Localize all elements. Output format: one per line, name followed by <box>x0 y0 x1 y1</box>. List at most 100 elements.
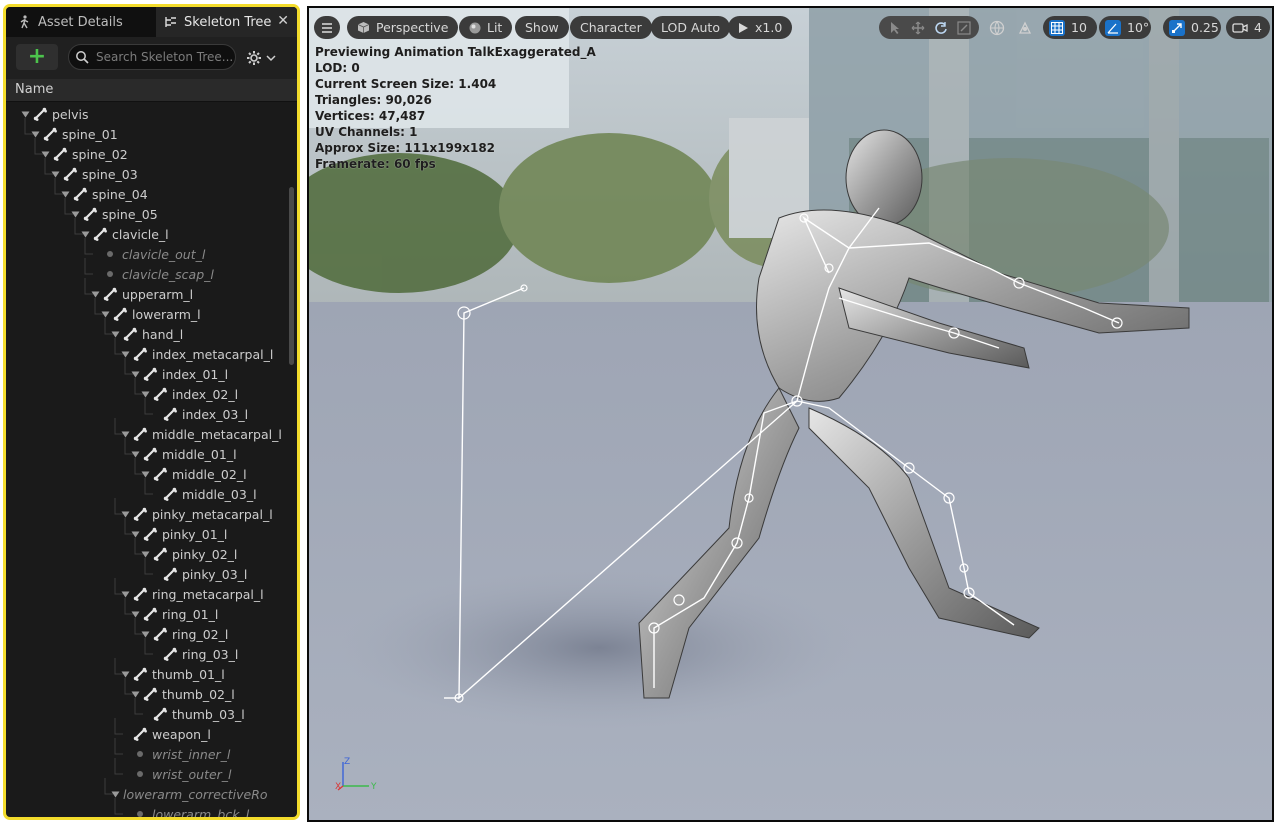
tree-row[interactable]: wrist_inner_l <box>120 744 230 764</box>
expand-caret-icon[interactable] <box>130 369 140 379</box>
tree-row[interactable]: spine_04 <box>60 184 148 204</box>
viewport-menu-button[interactable] <box>314 16 340 39</box>
expand-caret-icon[interactable] <box>140 469 150 479</box>
tree-row[interactable]: pinky_metacarpal_l <box>120 504 273 524</box>
tree-row[interactable]: middle_03_l <box>150 484 257 504</box>
character-label: Character <box>580 20 642 35</box>
rotate-icon[interactable] <box>931 21 950 35</box>
tree-row-label: pinky_metacarpal_l <box>152 506 273 522</box>
preview-viewport[interactable]: Perspective Lit Show Character LOD Auto … <box>307 6 1274 822</box>
show-button[interactable]: Show <box>515 16 569 39</box>
expand-caret-icon[interactable] <box>120 589 130 599</box>
select-arrow-icon[interactable] <box>885 21 904 35</box>
add-socket-button[interactable]: + <box>16 44 58 70</box>
tree-column-header[interactable]: Name <box>6 79 297 102</box>
tree-row[interactable]: upperarm_l <box>90 284 193 304</box>
expand-caret-icon[interactable] <box>110 329 120 339</box>
tree-row-label: index_03_l <box>182 406 249 422</box>
tree-row[interactable]: ring_02_l <box>140 624 228 644</box>
tree-row[interactable]: middle_metacarpal_l <box>120 424 282 444</box>
expand-caret-icon[interactable] <box>130 529 140 539</box>
tree-row[interactable]: spine_05 <box>70 204 158 224</box>
tree-row[interactable]: clavicle_l <box>80 224 169 244</box>
lod-button[interactable]: LOD Auto <box>651 16 730 39</box>
expand-caret-icon[interactable] <box>80 229 90 239</box>
expand-caret-icon[interactable] <box>20 109 30 119</box>
tab-asset-details[interactable]: Asset Details <box>6 7 168 37</box>
tree-row[interactable]: lowerarm_bck_l <box>120 804 249 817</box>
tree-row[interactable]: pinky_01_l <box>130 524 227 544</box>
expand-caret-icon[interactable] <box>40 149 50 159</box>
tree-row[interactable]: lowerarm_l <box>100 304 201 324</box>
tree-row[interactable]: clavicle_scap_l <box>90 264 214 284</box>
lit-button[interactable]: Lit <box>459 16 513 39</box>
search-input[interactable] <box>94 49 238 65</box>
expand-caret-icon[interactable] <box>90 289 100 299</box>
tree-row[interactable]: thumb_03_l <box>140 704 245 724</box>
expand-caret-icon[interactable] <box>120 669 130 679</box>
bone-icon <box>153 707 167 721</box>
bone-icon <box>133 427 147 441</box>
angle-icon <box>1105 19 1121 36</box>
expand-caret-icon[interactable] <box>140 389 150 399</box>
tree-row[interactable]: thumb_02_l <box>130 684 235 704</box>
tree-row[interactable]: pelvis <box>20 104 88 124</box>
tree-row[interactable]: lowerarm_correctiveRo <box>110 784 268 804</box>
column-name-label: Name <box>15 82 54 97</box>
stats-line: Previewing Animation TalkExaggerated_A <box>315 45 596 59</box>
tree-row[interactable]: spine_01 <box>30 124 118 144</box>
scale-icon[interactable] <box>954 20 973 35</box>
tree-scrollbar[interactable] <box>289 187 294 365</box>
tree-row[interactable]: pinky_02_l <box>140 544 237 564</box>
move-icon[interactable] <box>908 21 927 35</box>
perspective-button[interactable]: Perspective <box>347 16 459 39</box>
scale-snap-button[interactable]: 0.25 <box>1163 16 1221 39</box>
tree-row[interactable]: ring_01_l <box>130 604 218 624</box>
expand-caret-icon[interactable] <box>120 509 130 519</box>
playback-speed-button[interactable]: x1.0 <box>728 16 793 39</box>
expand-caret-icon[interactable] <box>30 129 40 139</box>
expand-caret-icon[interactable] <box>60 189 70 199</box>
expand-caret-icon[interactable] <box>130 449 140 459</box>
tree-row[interactable]: middle_02_l <box>140 464 247 484</box>
tree-row-label: spine_01 <box>62 126 118 142</box>
tree-row[interactable]: clavicle_out_l <box>90 244 205 264</box>
tree-settings-button[interactable] <box>246 47 286 69</box>
bone-icon <box>113 307 127 321</box>
angle-snap-button[interactable]: 10° <box>1099 16 1151 39</box>
surface-snap-button[interactable] <box>1013 16 1037 39</box>
tree-row[interactable]: spine_03 <box>50 164 138 184</box>
expand-caret-icon[interactable] <box>100 309 110 319</box>
tree-row[interactable]: hand_l <box>110 324 183 344</box>
expand-caret-icon[interactable] <box>70 209 80 219</box>
tree-row[interactable]: index_metacarpal_l <box>120 344 273 364</box>
tree-row[interactable]: ring_metacarpal_l <box>120 584 264 604</box>
tree-row[interactable]: wrist_outer_l <box>120 764 232 784</box>
tree-row-label: middle_02_l <box>172 466 247 482</box>
expand-caret-icon[interactable] <box>110 789 120 799</box>
expand-caret-icon[interactable] <box>140 549 150 559</box>
camera-speed-button[interactable]: 4 <box>1226 16 1270 39</box>
cube-icon <box>357 21 370 34</box>
tree-row[interactable]: middle_01_l <box>130 444 237 464</box>
tree-row[interactable]: index_01_l <box>130 364 228 384</box>
expand-caret-icon[interactable] <box>120 429 130 439</box>
expand-caret-icon[interactable] <box>130 689 140 699</box>
tree-row[interactable]: index_02_l <box>140 384 238 404</box>
grid-snap-button[interactable]: 10 <box>1043 16 1097 39</box>
tree-row[interactable]: ring_03_l <box>150 644 238 664</box>
tree-row[interactable]: weapon_l <box>120 724 211 744</box>
close-tab-icon[interactable]: ✕ <box>277 13 289 29</box>
character-shadow <box>339 568 859 728</box>
expand-caret-icon[interactable] <box>50 169 60 179</box>
expand-caret-icon[interactable] <box>120 349 130 359</box>
tree-row[interactable]: pinky_03_l <box>150 564 247 584</box>
character-button[interactable]: Character <box>570 16 652 39</box>
tree-row[interactable]: index_03_l <box>150 404 248 424</box>
tree-row[interactable]: thumb_01_l <box>120 664 225 684</box>
expand-caret-icon[interactable] <box>140 629 150 639</box>
world-space-button[interactable] <box>985 16 1009 39</box>
tree-row[interactable]: spine_02 <box>40 144 128 164</box>
expand-caret-icon[interactable] <box>130 609 140 619</box>
